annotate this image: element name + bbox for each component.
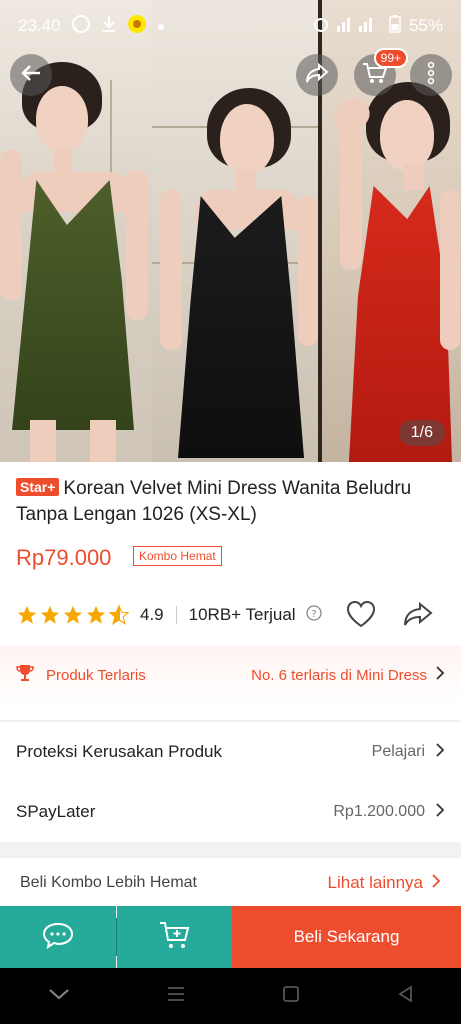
rating-row: 4.9 10RB+ Terjual ? bbox=[16, 600, 446, 630]
chevron-right-icon bbox=[431, 873, 441, 894]
cart-button[interactable]: 99+ bbox=[354, 48, 408, 96]
image-page-indicator: 1/6 bbox=[398, 420, 445, 446]
back-triangle-icon[interactable] bbox=[397, 984, 413, 1008]
download-icon bbox=[101, 15, 117, 38]
star-icon bbox=[63, 605, 83, 624]
chevron-down-icon[interactable] bbox=[48, 987, 70, 1006]
status-bar: 23.40 55% bbox=[0, 0, 461, 52]
product-image-carousel[interactable]: 23.40 55% 99+ 1/6 bbox=[0, 0, 461, 462]
row-label: SPayLater bbox=[16, 802, 96, 821]
see-more-link[interactable]: Lihat lainnya bbox=[328, 873, 441, 894]
product-price: Rp79.000 bbox=[16, 545, 112, 570]
rating-divider bbox=[175, 606, 177, 624]
question-icon[interactable]: ? bbox=[305, 604, 322, 626]
app-notification-icon bbox=[127, 14, 147, 39]
alarm-icon bbox=[313, 15, 329, 38]
star-icon bbox=[86, 605, 106, 624]
status-time: 23.40 bbox=[18, 16, 61, 35]
list-row-spaylater[interactable]: SPayLater Rp1.200.000 bbox=[0, 782, 461, 842]
star-icon bbox=[17, 605, 37, 624]
row-value: Pelajari bbox=[371, 743, 425, 760]
see-more-label: Lihat lainnya bbox=[327, 873, 423, 892]
battery-percent: 55% bbox=[408, 16, 443, 35]
heart-icon bbox=[346, 600, 376, 628]
rating-value: 4.9 bbox=[140, 605, 164, 624]
favorite-button[interactable] bbox=[346, 600, 376, 633]
bestseller-rank: No. 6 terlaris di Mini Dress bbox=[251, 666, 427, 684]
chevron-right-icon bbox=[435, 742, 445, 763]
sold-count: 10RB+ Terjual bbox=[188, 605, 296, 624]
product-options-list: Proteksi Kerusakan Produk Pelajari SPayL… bbox=[0, 722, 461, 842]
product-photo-black-dress bbox=[152, 0, 320, 462]
bottom-action-bar: Beli Sekarang bbox=[0, 906, 461, 968]
share-icon bbox=[304, 61, 330, 90]
dot-icon bbox=[157, 16, 165, 36]
chat-button[interactable] bbox=[0, 906, 116, 968]
more-vertical-icon bbox=[427, 61, 435, 90]
product-info-section: Star+ Korean Velvet Mini Dress Wanita Bel… bbox=[0, 462, 461, 720]
chat-icon bbox=[41, 921, 75, 954]
home-square-icon[interactable] bbox=[282, 985, 300, 1008]
share-product-button[interactable] bbox=[402, 600, 434, 633]
star-plus-badge: Star+ bbox=[16, 478, 60, 496]
add-to-cart-icon bbox=[159, 920, 191, 955]
signal-icon bbox=[336, 16, 381, 37]
promo-tag: Kombo Hemat bbox=[133, 546, 222, 566]
star-icon bbox=[40, 605, 60, 624]
bestseller-banner[interactable]: Produk Terlaris No. 6 terlaris di Mini D… bbox=[0, 646, 461, 704]
chevron-right-icon bbox=[435, 802, 445, 823]
chevron-right-icon bbox=[435, 665, 445, 685]
cart-count-badge: 99+ bbox=[373, 48, 408, 68]
trophy-icon bbox=[16, 663, 34, 687]
add-to-cart-button[interactable] bbox=[117, 906, 232, 968]
kombo-section-header: Beli Kombo Lebih Hemat Lihat lainnya bbox=[0, 858, 461, 908]
back-button[interactable] bbox=[10, 54, 52, 96]
battery-icon bbox=[389, 14, 401, 38]
kombo-section-label: Beli Kombo Lebih Hemat bbox=[20, 874, 197, 891]
half-star-icon bbox=[108, 604, 130, 625]
share-icon bbox=[404, 601, 433, 626]
buy-now-button[interactable]: Beli Sekarang bbox=[232, 906, 461, 968]
svg-text:?: ? bbox=[311, 609, 316, 620]
arrow-left-icon bbox=[19, 61, 43, 90]
list-row-protection[interactable]: Proteksi Kerusakan Produk Pelajari bbox=[0, 722, 461, 782]
row-label: Proteksi Kerusakan Produk bbox=[16, 742, 222, 761]
menu-icon[interactable] bbox=[167, 986, 185, 1007]
more-options-button[interactable] bbox=[410, 54, 452, 96]
system-navigation-bar bbox=[0, 968, 461, 1024]
product-title: Korean Velvet Mini Dress Wanita Beludru … bbox=[16, 478, 412, 525]
share-button[interactable] bbox=[296, 54, 338, 96]
product-title-block: Star+ Korean Velvet Mini Dress Wanita Bel… bbox=[16, 476, 446, 528]
whatsapp-icon bbox=[71, 14, 91, 39]
rating-stars bbox=[16, 604, 130, 626]
row-value: Rp1.200.000 bbox=[333, 803, 425, 820]
bestseller-label: Produk Terlaris bbox=[46, 666, 146, 684]
